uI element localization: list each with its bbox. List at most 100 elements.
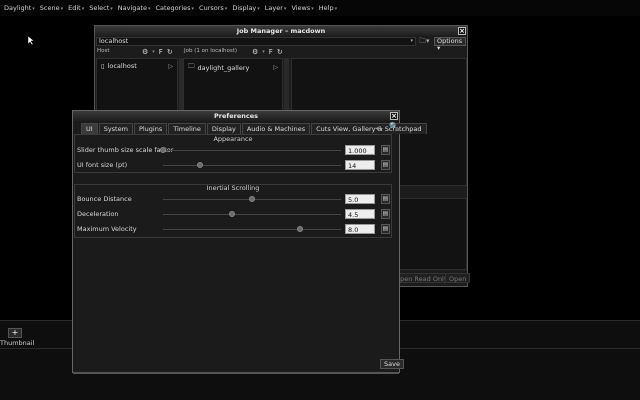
row-label: Slider thumb size scale factor: [77, 146, 174, 154]
chevron-down-icon[interactable]: ▾: [410, 38, 413, 45]
folder-icon: 🗀: [188, 62, 195, 70]
chevron-down-icon: ▾: [60, 6, 64, 12]
options-button[interactable]: Options ▾: [434, 37, 466, 52]
maximum-velocity-row: Maximum Velocity 8.0 ▤: [77, 224, 391, 235]
play-icon[interactable]: ▷: [273, 64, 278, 71]
menubar: Daylight▾ Scene▾ Edit▾ Select▾ Navigate▾…: [0, 0, 640, 16]
thumbnail-label: Thumbnail: [0, 339, 35, 347]
folder-icon[interactable]: 🗀▾: [419, 37, 433, 46]
search-icon[interactable]: 🔍: [389, 122, 399, 131]
tab-plugins[interactable]: Plugins: [133, 123, 168, 134]
play-icon[interactable]: ▷: [168, 63, 173, 70]
value-field[interactable]: 5.0: [345, 194, 375, 204]
preferences-title: Preferences: [214, 112, 258, 120]
row-label: Maximum Velocity: [77, 225, 137, 233]
filter-icon[interactable]: F: [159, 48, 163, 56]
reset-icon[interactable]: ▤: [381, 194, 390, 204]
chevron-down-icon: ▾: [311, 6, 314, 12]
appearance-title: Appearance: [213, 135, 253, 143]
slider-track[interactable]: [163, 150, 341, 151]
computer-icon: ▯: [101, 62, 105, 70]
mouse-cursor-icon: [28, 36, 34, 45]
row-label: UI font size (pt): [77, 161, 128, 169]
slider-thumb-scale-row: Slider thumb size scale factor 1.000 ▤: [77, 145, 391, 156]
close-icon[interactable]: ×: [458, 27, 466, 35]
chevron-down-icon: ▾: [334, 6, 338, 12]
chevron-down-icon: ▾: [224, 6, 228, 12]
preferences-titlebar[interactable]: Preferences ×: [73, 111, 399, 121]
slider-knob[interactable]: [297, 226, 304, 232]
value-field[interactable]: 14: [345, 160, 375, 170]
tab-display[interactable]: Display: [206, 123, 241, 134]
menu-help[interactable]: Help▾: [319, 4, 337, 12]
add-thumbnail-button[interactable]: +: [8, 328, 22, 338]
tab-ui[interactable]: UI: [81, 123, 98, 134]
chevron-down-icon: ▾: [147, 6, 151, 12]
slider-knob[interactable]: [249, 196, 255, 202]
host-column-header: Host: [97, 48, 110, 54]
bounce-distance-row: Bounce Distance 5.0 ▤: [77, 194, 391, 205]
tab-system[interactable]: System: [98, 123, 133, 134]
host-address-field[interactable]: localhost ▾: [96, 37, 416, 46]
gear-icon[interactable]: ⚙: [252, 48, 258, 56]
preferences-tabs: UI System Plugins Timeline Display Audio…: [81, 123, 427, 134]
job-manager-title: Job Manager – macdown: [236, 27, 326, 35]
chevron-down-icon: ▾: [32, 6, 35, 12]
value-field[interactable]: 4.5: [345, 209, 375, 219]
refresh-icon[interactable]: ↻: [167, 48, 173, 56]
value-field[interactable]: 8.0: [345, 224, 375, 234]
appearance-group: Appearance Slider thumb size scale facto…: [74, 134, 392, 173]
reset-icon[interactable]: ▤: [381, 224, 390, 234]
open-button[interactable]: Open: [445, 273, 471, 283]
menu-scene[interactable]: Scene▾: [40, 4, 63, 12]
tab-cuts-view[interactable]: Cuts View, Gallery & Scratchpad: [311, 123, 427, 134]
row-label: Deceleration: [77, 210, 119, 218]
slider-track[interactable]: [163, 214, 341, 215]
reset-icon[interactable]: ▤: [381, 145, 390, 155]
chevron-down-icon: ▾: [81, 6, 85, 12]
slider-knob[interactable]: [197, 162, 204, 168]
chevron-down-icon[interactable]: ▾: [152, 49, 155, 55]
close-icon[interactable]: ×: [390, 112, 398, 120]
slider-knob[interactable]: [229, 211, 236, 217]
slider-knob[interactable]: [160, 147, 166, 153]
deceleration-row: Deceleration 4.5 ▤: [77, 209, 391, 220]
menu-cursors[interactable]: Cursors▾: [199, 4, 227, 12]
menu-daylight[interactable]: Daylight▾: [4, 4, 35, 12]
menu-navigate[interactable]: Navigate▾: [118, 4, 151, 12]
ui-font-size-row: UI font size (pt) 14 ▤: [77, 160, 391, 171]
tab-audio-machines[interactable]: Audio & Machines: [241, 123, 311, 134]
refresh-icon[interactable]: ↻: [277, 48, 283, 56]
job-toolbar: ⚙ ▾ F ↻: [252, 47, 283, 56]
menu-views[interactable]: Views▾: [291, 4, 313, 12]
chevron-down-icon[interactable]: ▾: [262, 49, 265, 55]
job-list-item[interactable]: 🗀 daylight_gallery ▷: [188, 62, 278, 73]
slider-track[interactable]: [163, 165, 341, 166]
preferences-window: Preferences × UI System Plugins Timeline…: [72, 110, 427, 374]
menu-categories[interactable]: Categories▾: [155, 4, 194, 12]
value-field[interactable]: 1.000: [345, 145, 375, 155]
reset-icon[interactable]: ▤: [381, 209, 390, 219]
tab-scroll-arrows[interactable]: ◂ ▸: [375, 123, 383, 134]
chevron-down-icon: ▾: [283, 6, 287, 12]
row-label: Bounce Distance: [77, 195, 132, 203]
job-manager-titlebar[interactable]: Job Manager – macdown ×: [95, 26, 467, 36]
menu-edit[interactable]: Edit▾: [68, 4, 84, 12]
slider-track[interactable]: [163, 229, 341, 230]
job-column-header: Job (1 on localhost): [184, 48, 238, 54]
chevron-down-icon: ▾: [191, 6, 195, 12]
reset-icon[interactable]: ▤: [381, 160, 390, 170]
menu-select[interactable]: Select▾: [89, 4, 113, 12]
tab-timeline[interactable]: Timeline: [168, 123, 206, 134]
host-list-item[interactable]: ▯ localhost ▷: [101, 62, 173, 70]
save-button[interactable]: Save: [380, 359, 404, 369]
gear-icon[interactable]: ⚙: [142, 48, 148, 56]
menu-layer[interactable]: Layer▾: [265, 4, 287, 12]
menu-display[interactable]: Display▾: [232, 4, 259, 12]
inertial-scrolling-group: Inertial Scrolling Bounce Distance 5.0 ▤…: [74, 184, 392, 238]
inertial-scrolling-title: Inertial Scrolling: [206, 184, 260, 192]
open-read-only-button[interactable]: Open Read Only: [391, 273, 452, 283]
window-bottom-edge: [73, 372, 399, 374]
host-toolbar: ⚙ ▾ F ↻: [142, 47, 173, 56]
filter-icon[interactable]: F: [269, 48, 273, 56]
